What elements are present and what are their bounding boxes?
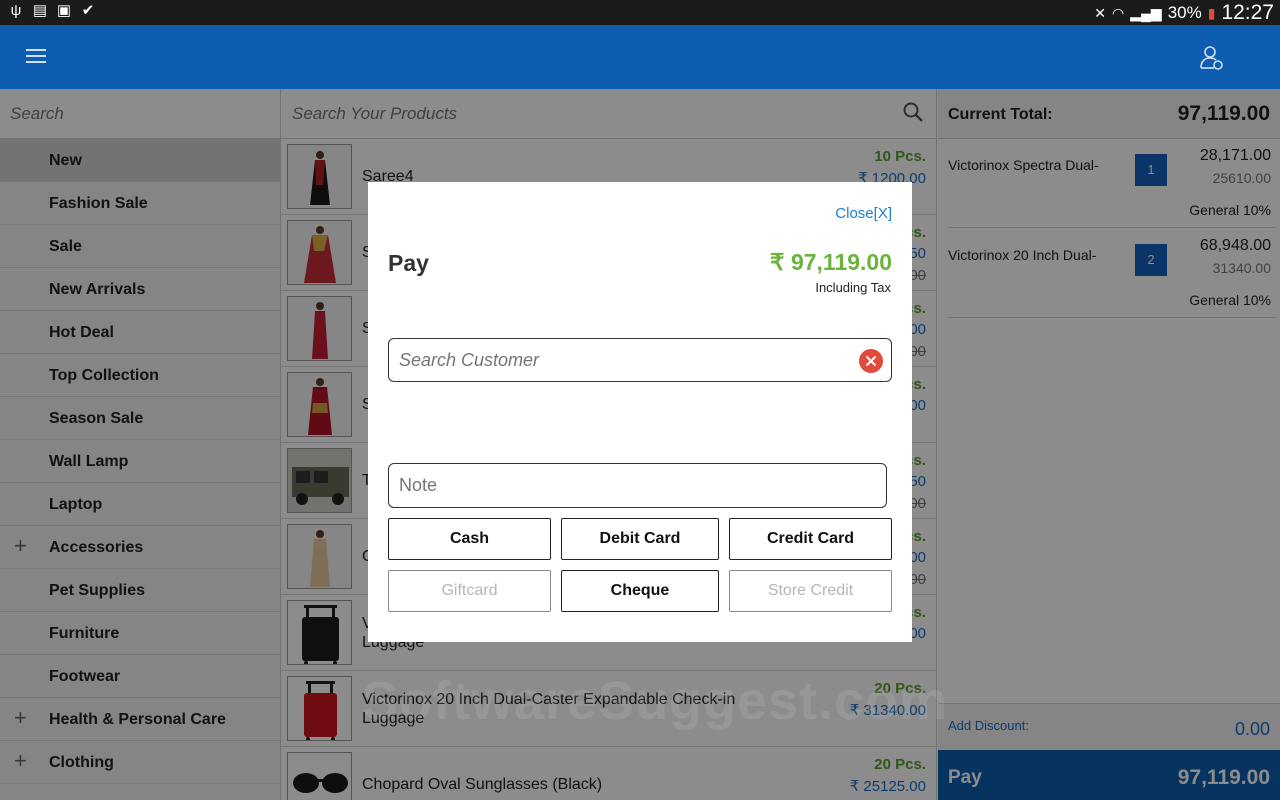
status-notifications: ψ ▤ ▣ ✔ xyxy=(8,3,96,19)
app-bar xyxy=(0,25,1280,89)
sim-card-icon: ▤ xyxy=(32,2,48,19)
usb-icon: ψ xyxy=(10,2,22,19)
note-field xyxy=(388,463,887,508)
customer-icon[interactable] xyxy=(1198,44,1226,72)
signal-icon: ▂▄▆ xyxy=(1130,4,1162,21)
pay-amount: ₹ 97,119.00 xyxy=(769,249,892,275)
close-button[interactable]: Close[X] xyxy=(835,205,892,222)
customer-search-input[interactable] xyxy=(389,339,849,381)
cash-button[interactable]: Cash xyxy=(388,518,551,560)
status-bar: ψ ▤ ▣ ✔ ✕ ◠ ▂▄▆ 30% ▮ 12:27 xyxy=(0,0,1280,25)
debit-card-button[interactable]: Debit Card xyxy=(561,518,719,560)
clock: 12:27 xyxy=(1221,1,1274,24)
image-icon: ▣ xyxy=(56,2,72,19)
tax-note: Including Tax xyxy=(815,280,891,295)
status-indicators: ✕ ◠ ▂▄▆ 30% ▮ 12:27 xyxy=(1094,1,1274,25)
battery-icon: ▮ xyxy=(1207,4,1216,21)
wifi-icon: ◠ xyxy=(1112,4,1125,21)
menu-icon[interactable] xyxy=(26,49,46,63)
watermark: SoftwareSuggest.com xyxy=(362,671,949,731)
credit-card-button[interactable]: Credit Card xyxy=(729,518,892,560)
cheque-button[interactable]: Cheque xyxy=(561,570,719,612)
pay-dialog: Close[X] Pay ₹ 97,119.00 Including Tax C… xyxy=(368,182,912,642)
clear-icon[interactable] xyxy=(859,349,883,373)
pay-title: Pay xyxy=(388,250,429,276)
giftcard-button[interactable]: Giftcard xyxy=(388,570,551,612)
store-credit-button[interactable]: Store Credit xyxy=(729,570,892,612)
note-input[interactable] xyxy=(389,464,886,507)
mute-icon: ✕ xyxy=(1094,4,1107,21)
customer-search-field xyxy=(388,338,892,382)
battery-percent: 30% xyxy=(1167,3,1202,22)
clipboard-check-icon: ✔ xyxy=(81,2,95,19)
